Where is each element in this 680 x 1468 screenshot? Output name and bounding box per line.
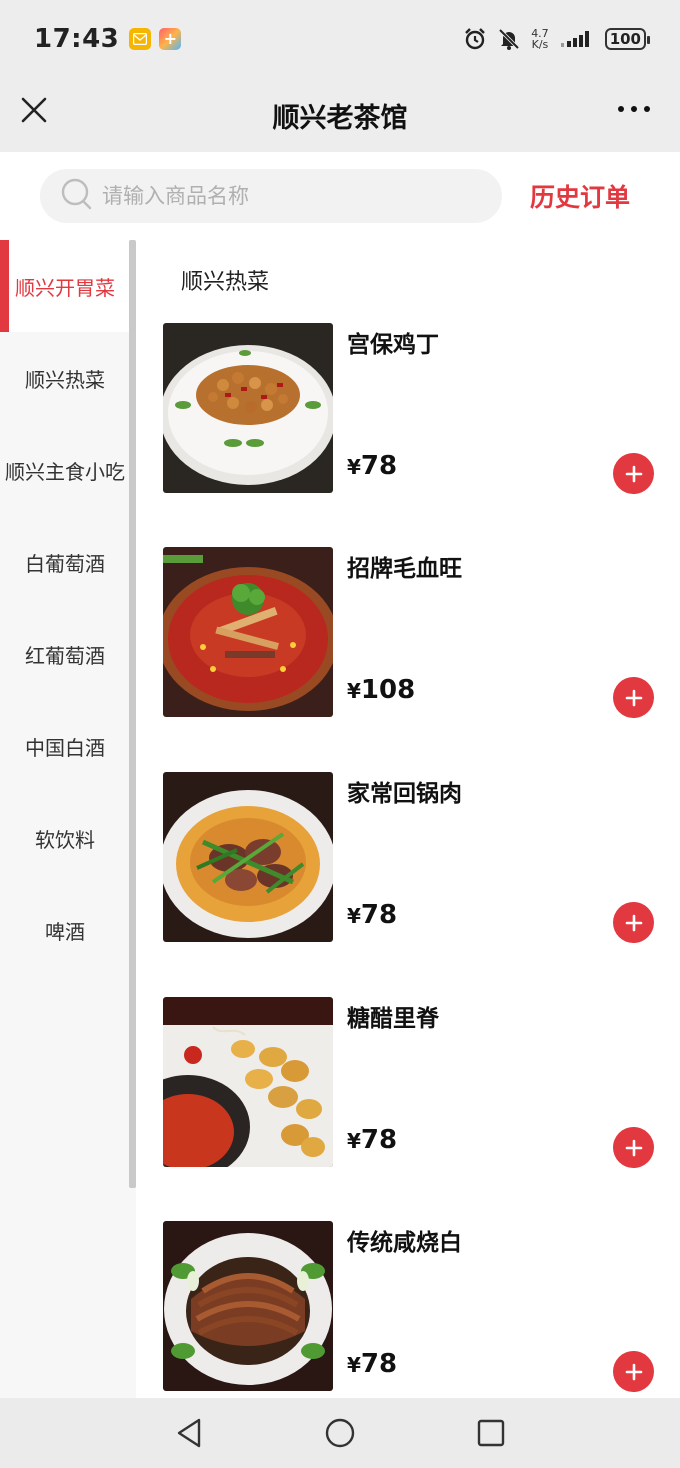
product-card[interactable]: 传统咸烧白 ¥78 [163, 1221, 663, 1393]
search-input[interactable] [100, 183, 480, 209]
plus-icon [625, 1139, 642, 1156]
net-speed-unit: K/s [531, 38, 549, 51]
currency-symbol: ¥ [347, 1129, 361, 1153]
product-card[interactable]: 糖醋里脊 ¥78 [163, 997, 663, 1169]
system-nav-bar [0, 1398, 680, 1468]
close-icon[interactable] [20, 96, 48, 124]
product-price: ¥108 [347, 675, 415, 705]
status-time: 17:43 [34, 24, 120, 54]
more-icon[interactable] [618, 106, 650, 112]
recents-icon[interactable] [477, 1419, 505, 1447]
plus-icon [625, 465, 642, 482]
currency-symbol: ¥ [347, 455, 361, 479]
price-value: 78 [360, 900, 398, 930]
sidebar-item-red-wine[interactable]: 红葡萄酒 [0, 608, 136, 700]
sidebar-item-label: 顺兴主食小吃 [5, 459, 125, 484]
product-image[interactable] [163, 1221, 333, 1391]
sidebar-item-label: 白葡萄酒 [25, 551, 105, 576]
category-sidebar: 顺兴开胃菜 顺兴热菜 顺兴主食小吃 白葡萄酒 红葡萄酒 中国白酒 软饮料 啤酒 [0, 240, 136, 1398]
plus-icon [625, 689, 642, 706]
plus-icon [625, 1363, 642, 1380]
product-price: ¥78 [347, 1125, 397, 1155]
status-bar: 17:43 + 4.7 K/s 100 [0, 0, 680, 78]
plus-icon [625, 914, 642, 931]
battery-icon: 100 [604, 28, 651, 50]
search-row: 历史订单 [0, 152, 680, 240]
product-list: 顺兴热菜 宫保鸡丁 ¥78 招牌毛血旺 ¥108 家常回锅肉 ¥78 糖醋里脊 … [136, 240, 680, 1398]
product-image[interactable] [163, 547, 333, 717]
sidebar-item-label: 中国白酒 [25, 735, 105, 760]
search-box[interactable] [40, 169, 502, 223]
product-image[interactable] [163, 772, 333, 942]
net-speed: 4.7 K/s [531, 28, 549, 50]
add-to-cart-button[interactable] [613, 677, 654, 718]
currency-symbol: ¥ [347, 679, 361, 703]
sidebar-item-hot-dishes[interactable]: 顺兴热菜 [0, 332, 136, 424]
header: 顺兴老茶馆 [0, 78, 680, 152]
sidebar-item-white-wine[interactable]: 白葡萄酒 [0, 516, 136, 608]
product-name: 宫保鸡丁 [347, 332, 439, 358]
home-icon[interactable] [324, 1417, 356, 1449]
add-to-cart-button[interactable] [613, 902, 654, 943]
product-image[interactable] [163, 323, 333, 493]
product-price: ¥78 [347, 1349, 397, 1379]
alarm-icon [463, 27, 487, 51]
add-to-cart-button[interactable] [613, 1351, 654, 1392]
signal-icon [559, 29, 595, 49]
search-icon [60, 177, 94, 215]
add-to-cart-button[interactable] [613, 453, 654, 494]
sidebar-item-staples-snacks[interactable]: 顺兴主食小吃 [0, 424, 136, 516]
section-title: 顺兴热菜 [181, 270, 270, 295]
price-value: 78 [360, 1125, 398, 1155]
status-right: 4.7 K/s 100 [463, 27, 651, 51]
product-name: 招牌毛血旺 [347, 556, 462, 582]
history-orders-link[interactable]: 历史订单 [530, 178, 630, 214]
app-plus-icon: + [159, 28, 182, 50]
sidebar-item-label: 顺兴开胃菜 [15, 275, 115, 300]
page: 17:43 + 4.7 K/s 100 顺兴老茶馆 请输入商品名称 历史订单 顺… [0, 0, 680, 1468]
price-value: 78 [360, 1349, 398, 1379]
sidebar-item-beer[interactable]: 啤酒 [0, 884, 136, 976]
product-price: ¥78 [347, 900, 397, 930]
price-value: 108 [360, 675, 416, 705]
product-name: 糖醋里脊 [347, 1006, 439, 1032]
currency-symbol: ¥ [347, 904, 361, 928]
sidebar-item-label: 啤酒 [45, 919, 85, 944]
sidebar-item-soft-drinks[interactable]: 软饮料 [0, 792, 136, 884]
sidebar-item-appetizers[interactable]: 顺兴开胃菜 [0, 240, 136, 332]
currency-symbol: ¥ [347, 1353, 361, 1377]
product-card[interactable]: 招牌毛血旺 ¥108 [163, 547, 663, 719]
sidebar-item-baijiu[interactable]: 中国白酒 [0, 700, 136, 792]
sidebar-scrollbar[interactable] [129, 240, 136, 1188]
product-price: ¥78 [347, 451, 397, 481]
mute-bell-icon [497, 27, 521, 51]
product-card[interactable]: 宫保鸡丁 ¥78 [163, 323, 663, 495]
mail-icon [129, 28, 152, 50]
back-icon[interactable] [175, 1417, 203, 1449]
page-title: 顺兴老茶馆 [272, 102, 408, 134]
sidebar-item-label: 软饮料 [35, 827, 95, 852]
product-name: 家常回锅肉 [347, 781, 462, 807]
sidebar-item-label: 红葡萄酒 [25, 643, 105, 668]
product-name: 传统咸烧白 [347, 1230, 462, 1256]
product-card[interactable]: 家常回锅肉 ¥78 [163, 772, 663, 944]
price-value: 78 [360, 451, 398, 481]
add-to-cart-button[interactable] [613, 1127, 654, 1168]
battery-level: 100 [609, 30, 641, 48]
sidebar-item-label: 顺兴热菜 [25, 367, 105, 392]
product-image[interactable] [163, 997, 333, 1167]
